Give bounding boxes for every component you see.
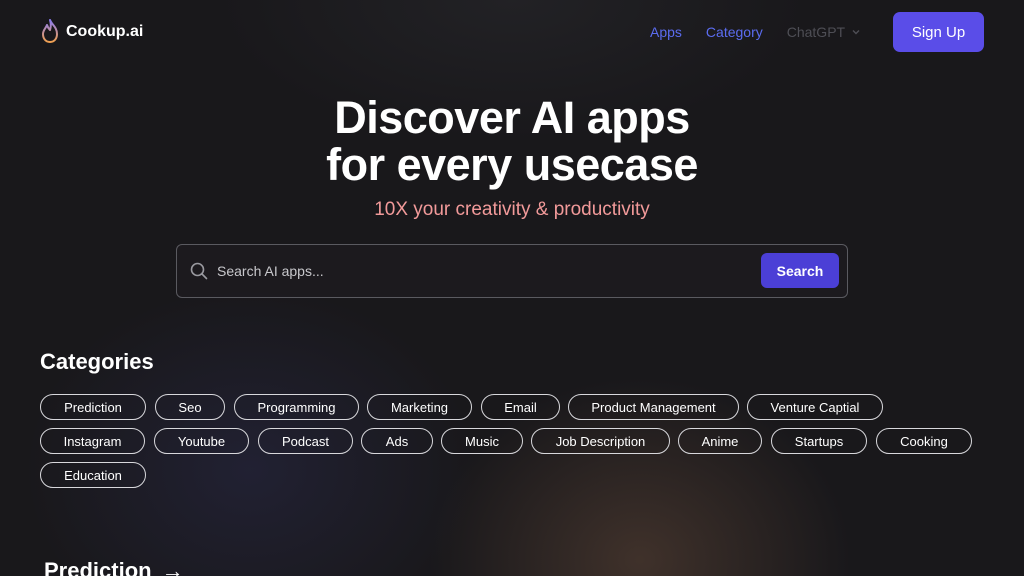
category-chip[interactable]: Youtube: [154, 428, 249, 454]
nav-link-apps[interactable]: Apps: [650, 24, 682, 40]
sign-up-button[interactable]: Sign Up: [893, 12, 984, 52]
nav-link-category[interactable]: Category: [706, 24, 763, 40]
category-chip[interactable]: Startups: [771, 428, 867, 454]
category-chip[interactable]: Venture Captial: [747, 394, 883, 420]
category-chip[interactable]: Music: [441, 428, 523, 454]
section-title: Prediction: [44, 558, 152, 576]
category-chip[interactable]: Education: [40, 462, 146, 488]
main-nav: Apps Category ChatGPT: [650, 24, 861, 40]
chevron-down-icon: [851, 24, 861, 40]
categories-title: Categories: [40, 349, 154, 374]
nav-dropdown-chatgpt[interactable]: ChatGPT: [787, 24, 861, 40]
page: Cookup.ai Apps Category ChatGPT Sign Up …: [0, 0, 1024, 576]
flame-icon: [40, 18, 60, 44]
arrow-right-icon: →: [161, 558, 184, 576]
category-chip[interactable]: Seo: [155, 394, 225, 420]
hero-title: Discover AI apps for every usecase: [0, 94, 1024, 188]
search-button[interactable]: Search: [761, 253, 839, 288]
hero-title-line2: for every usecase: [326, 139, 698, 190]
hero-title-line1: Discover AI apps: [334, 92, 690, 143]
category-chip[interactable]: Programming: [234, 394, 359, 420]
search-icon: [190, 262, 208, 285]
brand-logo[interactable]: Cookup.ai: [40, 18, 143, 44]
category-chip[interactable]: Marketing: [367, 394, 472, 420]
category-chip[interactable]: Ads: [361, 428, 433, 454]
hero-subtitle: 10X your creativity & productivity: [374, 199, 650, 220]
category-chip[interactable]: Podcast: [258, 428, 353, 454]
nav-dropdown-label: ChatGPT: [786, 24, 846, 40]
brand-name: Cookup.ai: [66, 23, 144, 40]
search-bar: Search: [176, 244, 848, 298]
category-chip[interactable]: Job Description: [531, 428, 670, 454]
category-chip[interactable]: Product Management: [568, 394, 739, 420]
category-chip[interactable]: Email: [481, 394, 560, 420]
search-input[interactable]: [217, 259, 757, 283]
category-chip[interactable]: Anime: [678, 428, 762, 454]
header: Cookup.ai Apps Category ChatGPT Sign Up: [0, 0, 1024, 64]
category-chip[interactable]: Cooking: [876, 428, 972, 454]
category-chip[interactable]: Instagram: [40, 428, 145, 454]
category-chip[interactable]: Prediction: [40, 394, 146, 420]
section-heading-prediction[interactable]: Prediction →: [44, 558, 184, 576]
